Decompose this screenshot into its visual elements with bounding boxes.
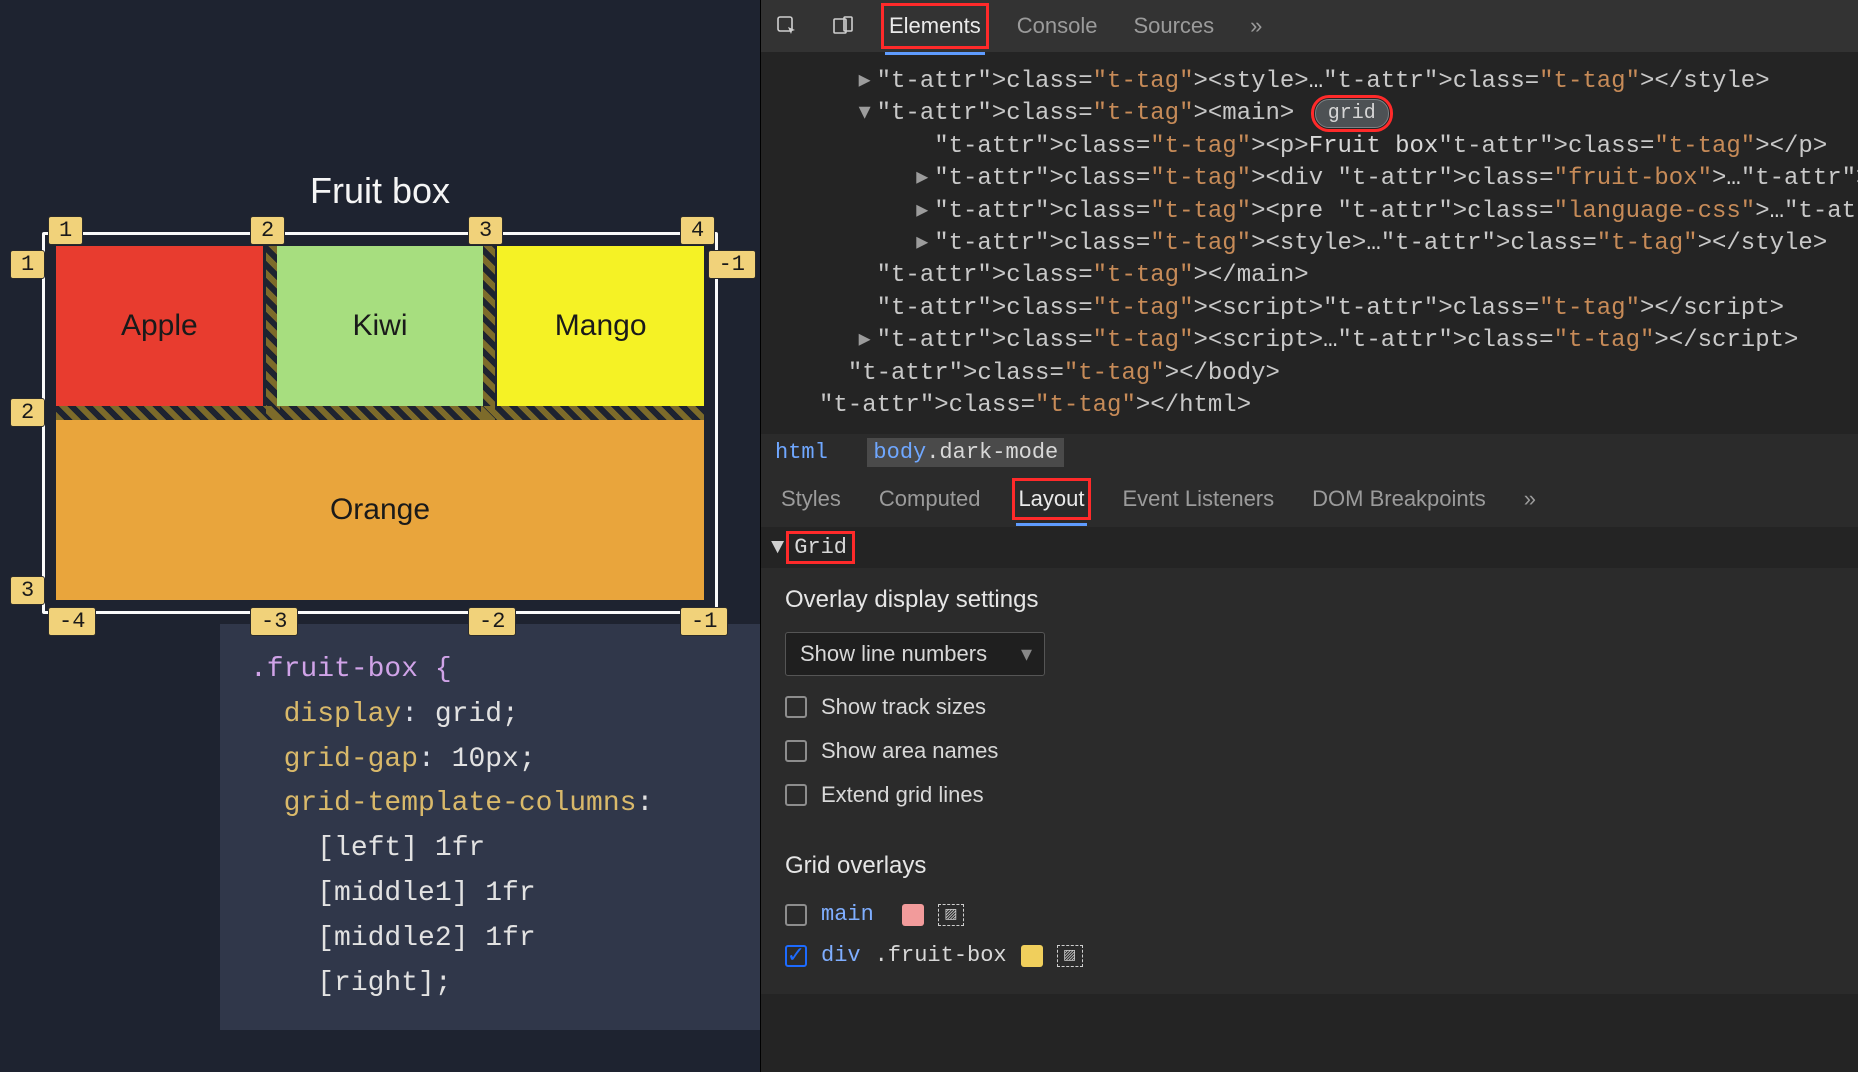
checkbox-row[interactable]: Extend grid lines — [785, 782, 1858, 808]
code-prop: display — [284, 699, 402, 730]
dom-line[interactable]: ▸"t-attr">class="t-tag"><pre "t-attr">cl… — [801, 196, 1858, 228]
dom-line[interactable]: "t-attr">class="t-tag"><p>Fruit box"t-at… — [801, 131, 1858, 163]
tab-sources[interactable]: Sources — [1129, 7, 1218, 45]
page-title: Fruit box — [0, 170, 760, 212]
checkbox-icon[interactable] — [785, 696, 807, 718]
grid-line-label: 3 — [10, 576, 45, 605]
checkbox-icon[interactable] — [785, 740, 807, 762]
dom-line[interactable]: "t-attr">class="t-tag"></main> — [801, 260, 1858, 292]
grid-line-label: 3 — [468, 216, 503, 245]
ptab-styles[interactable]: Styles — [779, 482, 843, 516]
cell-kiwi: Kiwi — [277, 246, 484, 406]
devtools-panel: Elements Console Sources » ⋯ ▸"t-attr">c… — [760, 0, 1858, 1072]
checkbox-icon[interactable]: ✓ — [785, 945, 807, 967]
dom-line[interactable]: ▸"t-attr">class="t-tag"><div "t-attr">cl… — [801, 163, 1858, 195]
tab-console[interactable]: Console — [1013, 7, 1102, 45]
grid-line-label: -1 — [708, 250, 756, 279]
code-val: grid; — [435, 699, 519, 730]
dom-line[interactable]: ▸"t-attr">class="t-tag"><style>…"t-attr"… — [801, 66, 1858, 98]
dom-line[interactable]: "t-attr">class="t-tag"></body> — [801, 358, 1858, 390]
section-grid-label: Grid — [790, 535, 851, 560]
cell-mango: Mango — [497, 246, 704, 406]
grid-wrap: Apple Kiwi Mango Orange 1 2 3 4 1 2 3 -1… — [50, 240, 710, 606]
panel-tabs: Styles Computed Layout Event Listeners D… — [761, 471, 1858, 527]
dom-line[interactable]: "t-attr">class="t-tag"><script>"t-attr">… — [801, 293, 1858, 325]
grid-overlay-row[interactable]: main ▨ — [785, 894, 1858, 935]
cell-apple: Apple — [56, 246, 263, 406]
breadcrumb-root[interactable]: html — [775, 440, 828, 465]
tab-elements[interactable]: Elements — [885, 7, 985, 45]
code-selector: .fruit-box { — [250, 654, 452, 685]
overlay-highlight-icon[interactable]: ▨ — [1057, 945, 1083, 967]
disclose-triangle-icon[interactable]: ▼ — [771, 535, 784, 560]
code-raw: [right]; — [250, 968, 452, 999]
dom-line[interactable]: "t-attr">class="t-tag"></html> — [801, 390, 1858, 422]
checkbox-label: Extend grid lines — [821, 782, 984, 808]
code-val: 10px; — [452, 744, 536, 775]
ptab-dom-breakpoints[interactable]: DOM Breakpoints — [1310, 482, 1488, 516]
code-raw: [left] 1fr — [250, 833, 485, 864]
grid-line-label: -2 — [468, 607, 516, 636]
checkbox-icon[interactable] — [785, 904, 807, 926]
code-raw: [middle1] 1fr — [250, 878, 536, 909]
code-val: : — [636, 788, 653, 819]
overlay-swatch[interactable] — [1021, 945, 1043, 967]
grid-badge[interactable]: grid — [1315, 99, 1389, 128]
dom-line[interactable]: ▸"t-attr">class="t-tag"><style>…"t-attr"… — [801, 228, 1858, 260]
fruit-grid: Apple Kiwi Mango Orange — [50, 240, 710, 606]
cell-orange: Orange — [56, 420, 704, 600]
grid-line-label: 2 — [10, 398, 45, 427]
grid-line-label: 2 — [250, 216, 285, 245]
code-raw: [middle2] 1fr — [250, 923, 536, 954]
ptab-more[interactable]: » — [1522, 482, 1538, 516]
tab-more-chevrons[interactable]: » — [1246, 7, 1266, 45]
ptab-computed[interactable]: Computed — [877, 482, 983, 516]
checkbox-label: Show area names — [821, 738, 998, 764]
overlay-name: div — [821, 943, 861, 968]
grid-line-label: 1 — [10, 250, 45, 279]
code-prop: grid-gap — [284, 744, 418, 775]
device-toggle-icon[interactable] — [829, 12, 857, 40]
page-preview: Fruit box Apple Kiwi Mango Orange 1 2 3 … — [0, 0, 760, 1072]
ptab-event-listeners[interactable]: Event Listeners — [1121, 482, 1277, 516]
breadcrumb-class: .dark-mode — [926, 440, 1058, 465]
dom-line[interactable]: ▸"t-attr">class="t-tag"><script>…"t-attr… — [801, 325, 1858, 357]
grid-overlays: Grid overlays main ▨ ✓ div .fruit-box ▨ — [761, 834, 1858, 994]
checkbox-icon[interactable] — [785, 784, 807, 806]
dom-tree[interactable]: ▸"t-attr">class="t-tag"><style>…"t-attr"… — [761, 52, 1858, 434]
css-codeblock: .fruit-box { display: grid; grid-gap: 10… — [220, 624, 760, 1030]
devtools-toolbar: Elements Console Sources » ⋯ — [761, 0, 1858, 52]
inspect-icon[interactable] — [773, 12, 801, 40]
grid-line-label: 1 — [48, 216, 83, 245]
overlay-display-settings: Overlay display settings Show line numbe… — [761, 568, 1858, 834]
checkbox-row[interactable]: Show track sizes — [785, 694, 1858, 720]
overlay-name: main — [821, 902, 874, 927]
code-prop: grid-template-columns — [284, 788, 637, 819]
section-head-grid[interactable]: ▼ Grid — [761, 527, 1858, 568]
checkbox-row[interactable]: Show area names — [785, 738, 1858, 764]
breadcrumb-node[interactable]: body — [873, 440, 926, 465]
dom-breadcrumb[interactable]: html body.dark-mode — [761, 434, 1858, 471]
grid-overlay-row[interactable]: ✓ div .fruit-box ▨ — [785, 935, 1858, 976]
checkbox-label: Show track sizes — [821, 694, 986, 720]
overlay-class: .fruit-box — [875, 943, 1007, 968]
grid-line-label: -3 — [250, 607, 298, 636]
grid-overlays-heading: Grid overlays — [785, 852, 1858, 880]
dom-line[interactable]: ▾"t-attr">class="t-tag"><main> grid — [801, 98, 1858, 130]
overlay-highlight-icon[interactable]: ▨ — [938, 904, 964, 926]
ptab-layout[interactable]: Layout — [1016, 482, 1086, 516]
grid-line-label: -4 — [48, 607, 96, 636]
line-numbers-select[interactable]: Show line numbers — [785, 632, 1045, 676]
grid-line-label: 4 — [680, 216, 715, 245]
overlay-swatch[interactable] — [902, 904, 924, 926]
settings-heading: Overlay display settings — [785, 586, 1858, 614]
grid-line-label: -1 — [680, 607, 728, 636]
